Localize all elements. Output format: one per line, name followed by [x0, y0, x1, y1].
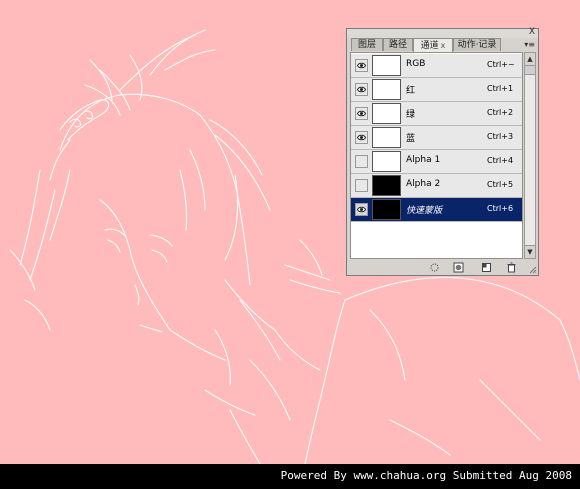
channel-shortcut: Ctrl+5	[487, 180, 514, 189]
channel-name: Alpha 1	[406, 155, 441, 165]
channel-name: Alpha 2	[406, 179, 441, 189]
visibility-toggle[interactable]	[355, 131, 368, 144]
channel-row[interactable]: 蓝 Ctrl+3	[351, 126, 522, 150]
channel-thumbnail	[372, 55, 401, 76]
channel-row[interactable]: 快速蒙版 Ctrl+6	[351, 198, 522, 222]
channel-thumbnail	[372, 127, 401, 148]
channel-shortcut: Ctrl+~	[487, 60, 515, 69]
panel-close-button[interactable]: X	[529, 26, 535, 38]
channel-row[interactable]: 绿 Ctrl+2	[351, 102, 522, 126]
tab-layers[interactable]: 图层	[351, 38, 383, 51]
footer-credit: Powered By www.chahua.org Submitted Aug …	[280, 469, 572, 482]
scroll-up-button[interactable]: ▲	[525, 53, 535, 66]
channel-thumbnail	[372, 79, 401, 100]
channel-thumbnail	[372, 199, 401, 220]
resize-grip-icon[interactable]	[529, 266, 537, 274]
channel-shortcut: Ctrl+2	[487, 108, 514, 117]
visibility-toggle[interactable]	[355, 203, 368, 216]
tab-close-icon[interactable]: x	[441, 41, 446, 50]
panel-tabs: 图层 路径 通道 x 动作·记录	[351, 38, 536, 52]
tab-label: 通道	[420, 41, 439, 51]
new-channel-icon[interactable]	[481, 262, 492, 273]
visibility-toggle[interactable]	[355, 107, 368, 120]
channel-row[interactable]: RGB Ctrl+~	[351, 54, 522, 78]
channel-shortcut: Ctrl+1	[487, 84, 514, 93]
eye-icon	[357, 62, 366, 69]
channel-shortcut: Ctrl+6	[487, 204, 514, 213]
tab-label: 图层	[357, 40, 376, 50]
channel-name: 蓝	[406, 134, 416, 144]
save-selection-icon[interactable]	[453, 262, 464, 273]
scroll-down-button[interactable]: ▼	[525, 245, 535, 258]
footer-bar: Powered By www.chahua.org Submitted Aug …	[0, 464, 580, 489]
channel-row[interactable]: Alpha 2 Ctrl+5	[351, 174, 522, 198]
tab-label: 动作·记录	[457, 40, 497, 50]
channel-scrollbar[interactable]: ▲ ▼	[524, 52, 536, 259]
panel-menu-icon[interactable]: ▾≡	[524, 40, 535, 49]
channel-list: RGB Ctrl+~ 红 Ctrl+1 绿 Ctrl+2 蓝 Ctrl+3 Alpha 1 Ctr…	[350, 52, 523, 259]
panel-bottom-toolbar	[347, 260, 538, 275]
channel-thumbnail	[372, 151, 401, 172]
trash-icon[interactable]	[506, 262, 517, 273]
visibility-toggle[interactable]	[355, 59, 368, 72]
tab-label: 路径	[388, 40, 407, 50]
eye-icon	[357, 86, 366, 93]
channel-thumbnail	[372, 175, 401, 196]
channel-shortcut: Ctrl+4	[487, 156, 514, 165]
panel-title-bar[interactable]: X	[347, 26, 538, 38]
channel-row[interactable]: Alpha 1 Ctrl+4	[351, 150, 522, 174]
channel-thumbnail	[372, 103, 401, 124]
channel-name: 快速蒙版	[406, 206, 443, 216]
tab-actions[interactable]: 动作·记录	[453, 38, 501, 51]
channel-row[interactable]: 红 Ctrl+1	[351, 78, 522, 102]
visibility-toggle[interactable]	[355, 179, 368, 192]
tab-channels[interactable]: 通道 x	[413, 38, 453, 52]
visibility-toggle[interactable]	[355, 155, 368, 168]
eye-icon	[357, 206, 366, 213]
eye-icon	[357, 110, 366, 117]
tab-paths[interactable]: 路径	[383, 38, 413, 51]
eye-icon	[357, 134, 366, 141]
channels-panel: X 图层 路径 通道 x 动作·记录 ▾≡ RGB Ctrl+~ 红 Ctrl+1 绿 Ct…	[346, 26, 539, 276]
scroll-thumb[interactable]	[525, 66, 535, 75]
channel-shortcut: Ctrl+3	[487, 132, 514, 141]
visibility-toggle[interactable]	[355, 83, 368, 96]
channel-name: RGB	[406, 59, 426, 69]
channel-name: 红	[406, 86, 416, 96]
load-selection-icon[interactable]	[429, 262, 440, 273]
channel-name: 绿	[406, 110, 416, 120]
